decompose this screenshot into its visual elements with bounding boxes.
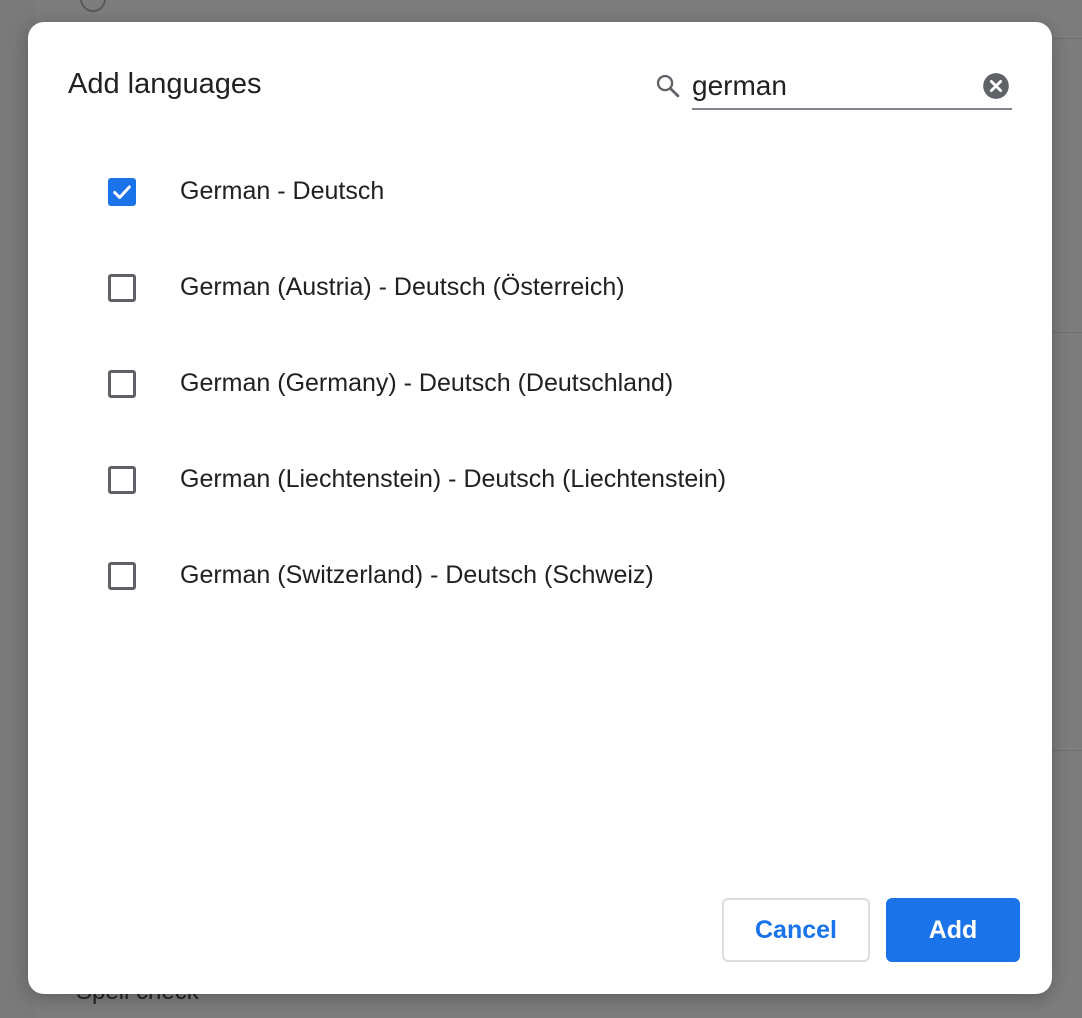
cancel-button[interactable]: Cancel (722, 898, 870, 962)
language-item[interactable]: German (Liechtenstein) - Deutsch (Liecht… (28, 433, 1052, 529)
language-checkbox[interactable] (108, 370, 136, 398)
language-checkbox[interactable] (108, 178, 136, 206)
check-icon (113, 185, 131, 199)
language-item[interactable]: German (Switzerland) - Deutsch (Schweiz) (28, 529, 1052, 625)
language-label: German (Austria) - Deutsch (Österreich) (180, 273, 625, 301)
language-item[interactable]: German (Germany) - Deutsch (Deutschland) (28, 337, 1052, 433)
language-label: German - Deutsch (180, 177, 385, 205)
language-item[interactable]: German (Austria) - Deutsch (Österreich) (28, 241, 1052, 337)
add-button[interactable]: Add (886, 898, 1020, 962)
language-label: German (Germany) - Deutsch (Deutschland) (180, 369, 674, 397)
language-label: German (Liechtenstein) - Deutsch (Liecht… (180, 465, 727, 493)
language-checkbox[interactable] (108, 562, 136, 590)
search-icon (654, 72, 682, 100)
add-languages-dialog: Add languages German - Deutsch German (A… (28, 22, 1052, 994)
search-field (692, 64, 1012, 110)
language-checkbox[interactable] (108, 274, 136, 302)
search-input[interactable] (692, 68, 972, 104)
language-label: German (Switzerland) - Deutsch (Schweiz) (180, 561, 654, 589)
language-item[interactable]: German - Deutsch (28, 145, 1052, 241)
language-checkbox[interactable] (108, 466, 136, 494)
clear-icon[interactable] (982, 72, 1010, 100)
dialog-title: Add languages (68, 68, 262, 100)
